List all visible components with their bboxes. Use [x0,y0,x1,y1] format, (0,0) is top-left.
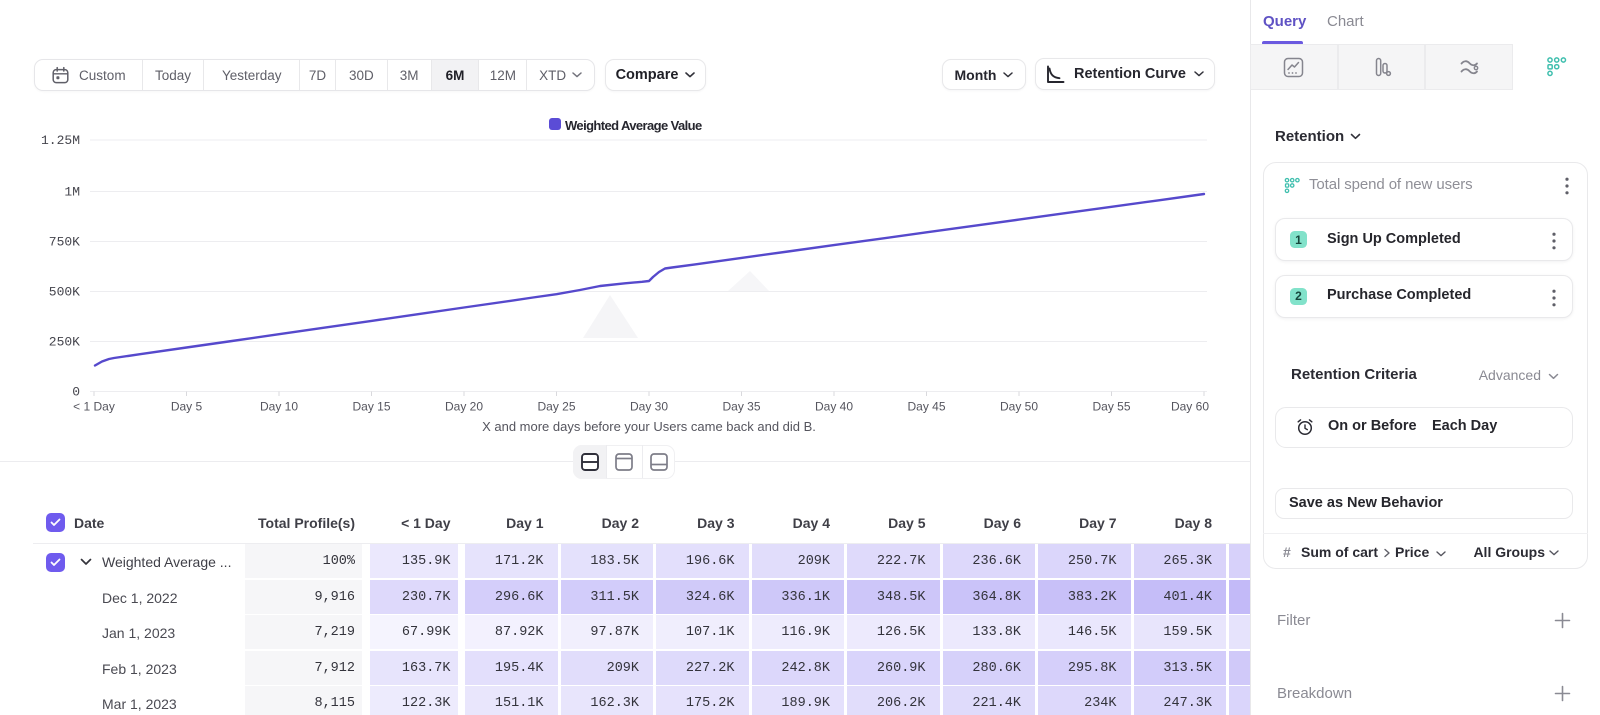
svg-text:Day 35: Day 35 [722,400,760,414]
svg-text:Day 5: Day 5 [171,400,203,414]
svg-text:500K: 500K [49,285,80,300]
svg-text:250K: 250K [49,335,80,350]
svg-text:1M: 1M [64,185,80,200]
svg-text:1.25M: 1.25M [41,133,80,148]
svg-text:750K: 750K [49,235,80,250]
svg-text:Day 45: Day 45 [907,400,945,414]
svg-text:Day 25: Day 25 [537,400,575,414]
svg-text:< 1 Day: < 1 Day [73,400,115,414]
svg-text:Day 55: Day 55 [1092,400,1130,414]
svg-text:Day 10: Day 10 [260,400,298,414]
svg-text:Day 30: Day 30 [630,400,668,414]
svg-text:Day 60: Day 60 [1171,400,1209,414]
svg-text:Day 40: Day 40 [815,400,853,414]
svg-text:Day 20: Day 20 [445,400,483,414]
svg-text:Day 50: Day 50 [1000,400,1038,414]
svg-text:0: 0 [72,385,80,400]
svg-text:Day 15: Day 15 [352,400,390,414]
